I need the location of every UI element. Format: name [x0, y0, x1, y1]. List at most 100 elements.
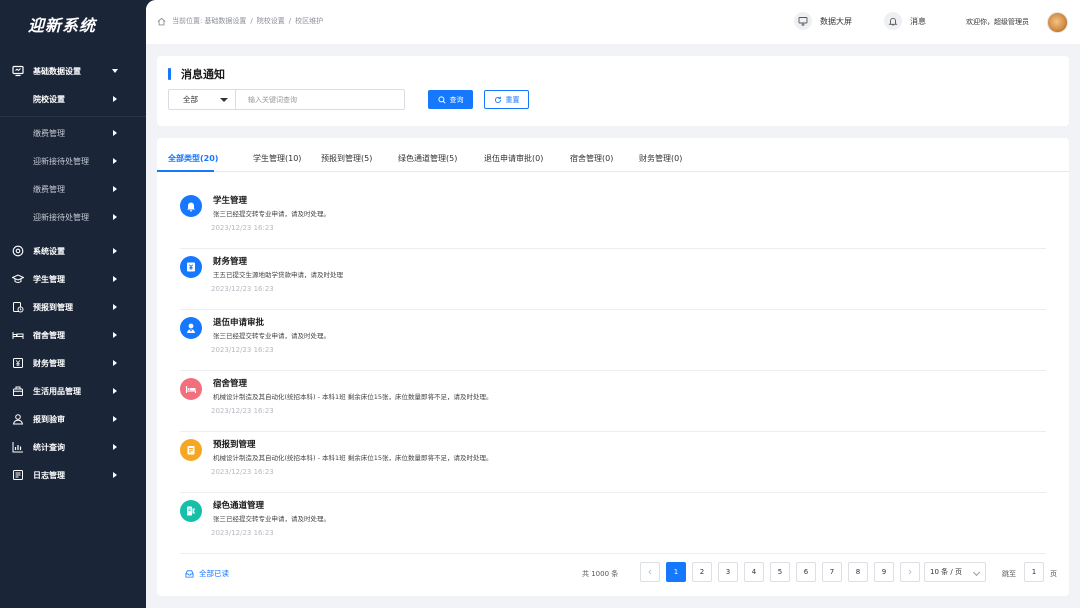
data-screen-label: 数据大屏	[820, 16, 852, 26]
chevron-right-icon	[113, 444, 117, 450]
message-title: 绿色通道管理	[213, 501, 265, 511]
sidebar-item-check-in-review[interactable]: 报到验审	[0, 408, 146, 430]
green-channel-icon	[180, 500, 202, 522]
sidebar-subitem-reception[interactable]: 迎新接待处管理	[0, 150, 146, 172]
top-bar: 当前位置: 基础数据设置 / 院校设置 / 校区维护 数据大屏 消息 欢迎你，超…	[146, 0, 1080, 44]
avatar[interactable]	[1047, 12, 1068, 33]
sidebar-item-logs[interactable]: 日志管理	[0, 464, 146, 486]
tab-students[interactable]: 学生管理(10)	[253, 153, 301, 164]
chevron-left-icon	[648, 569, 652, 575]
message-title: 宿舍管理	[213, 379, 248, 389]
search-icon	[437, 95, 446, 104]
home-icon[interactable]	[157, 17, 166, 26]
refresh-icon	[494, 96, 502, 104]
search-button[interactable]: 查询	[428, 90, 473, 109]
type-select-value: 全部	[183, 95, 198, 104]
message-desc: 王五已提交生源地助学贷款申请，请及时处理	[213, 271, 343, 279]
sidebar-item-label: 宿舍管理	[33, 330, 65, 340]
chevron-right-icon	[113, 360, 117, 366]
type-select[interactable]: 全部	[169, 90, 236, 109]
messages-button[interactable]: 消息	[884, 12, 926, 30]
next-page-button[interactable]	[900, 562, 920, 582]
chevron-right-icon	[113, 186, 117, 192]
sidebar-item-label: 日志管理	[33, 470, 65, 480]
sidebar-subitem-reception-2[interactable]: 迎新接待处管理	[0, 206, 146, 228]
page-button-5[interactable]: 5	[770, 562, 790, 582]
tab-active-indicator	[157, 170, 214, 172]
settings-circle-icon	[12, 245, 24, 257]
page-button-7[interactable]: 7	[822, 562, 842, 582]
tab-dorm[interactable]: 宿舍管理(0)	[570, 153, 613, 164]
list-item[interactable]: 财务管理 王五已提交生源地助学贷款申请，请及时处理 2023/12/23 16:…	[180, 249, 1046, 310]
page-button-1[interactable]: 1	[666, 562, 686, 582]
sidebar-item-finance[interactable]: 财务管理	[0, 352, 146, 374]
jump-page-input[interactable]	[1024, 562, 1044, 582]
bell-icon	[884, 12, 902, 30]
mark-all-read-label: 全部已读	[199, 569, 229, 578]
list-item[interactable]: 学生管理 张三已经提交转专业申请，请及时处理。 2023/12/23 16:23	[180, 188, 1046, 249]
sidebar-subitem-fee-2[interactable]: 缴费管理	[0, 178, 146, 200]
list-item[interactable]: 绿色通道管理 张三已经提交转专业申请，请及时处理。 2023/12/23 16:…	[180, 493, 1046, 554]
page-size-value: 10 条 / 页	[930, 568, 962, 576]
search-group: 全部	[168, 89, 405, 110]
sidebar-subitem-school-settings[interactable]: 院校设置	[0, 88, 146, 110]
chevron-right-icon	[113, 96, 117, 102]
chevron-right-icon	[908, 569, 912, 575]
message-desc: 张三已经提交转专业申请，请及时处理。	[213, 515, 330, 523]
sidebar-item-basic-data[interactable]: 基础数据设置	[0, 60, 146, 82]
message-time: 2023/12/23 16:23	[211, 407, 274, 415]
sidebar: 迎新系统 基础数据设置 院校设置 缴费管理 迎新接待处管理 缴费管理 迎新接待处…	[0, 0, 146, 608]
caret-down-icon	[220, 98, 228, 102]
sidebar-item-label: 报到验审	[33, 414, 65, 424]
user-check-icon	[12, 413, 24, 425]
breadcrumb: 当前位置: 基础数据设置 / 院校设置 / 校区维护	[157, 16, 323, 26]
breadcrumb-item[interactable]: 基础数据设置	[204, 16, 246, 26]
tab-veteran-approval[interactable]: 退伍申请审批(0)	[484, 153, 543, 164]
page-button-8[interactable]: 8	[848, 562, 868, 582]
breadcrumb-prefix: 当前位置:	[172, 17, 203, 25]
sidebar-item-supplies[interactable]: 生活用品管理	[0, 380, 146, 402]
page-size-select[interactable]: 10 条 / 页	[924, 562, 986, 582]
breadcrumb-separator: /	[288, 17, 292, 25]
page-button-9[interactable]: 9	[874, 562, 894, 582]
reset-button-label: 重置	[505, 95, 520, 104]
prev-page-button[interactable]	[640, 562, 660, 582]
total-count: 共 1000 条	[582, 570, 619, 578]
page-button-6[interactable]: 6	[796, 562, 816, 582]
clipboard-icon	[180, 439, 202, 461]
reset-button[interactable]: 重置	[484, 90, 529, 109]
breadcrumb-item[interactable]: 院校设置	[257, 16, 285, 26]
message-desc: 张三已经提交转专业申请，请及时处理。	[213, 210, 330, 218]
list-item[interactable]: 宿舍管理 机械设计制造及其自动化(统招本科) - 本科1班 剩余床位15张，床位…	[180, 371, 1046, 432]
graduation-cap-icon	[12, 273, 24, 285]
list-item[interactable]: 预报到管理 机械设计制造及其自动化(统招本科) - 本科1班 剩余床位15张，床…	[180, 432, 1046, 493]
tab-green-channel[interactable]: 绿色通道管理(5)	[398, 153, 457, 164]
sidebar-item-label: 学生管理	[33, 274, 65, 284]
page-button-4[interactable]: 4	[744, 562, 764, 582]
sidebar-subitem-fee[interactable]: 缴费管理	[0, 122, 146, 144]
sidebar-item-dorm[interactable]: 宿舍管理	[0, 324, 146, 346]
notice-filter-card: 消息通知 全部 查询 重置	[157, 56, 1069, 126]
page-button-2[interactable]: 2	[692, 562, 712, 582]
message-time: 2023/12/23 16:23	[211, 529, 274, 537]
chevron-right-icon	[113, 248, 117, 254]
chevron-right-icon	[113, 388, 117, 394]
sidebar-item-students[interactable]: 学生管理	[0, 268, 146, 290]
sidebar-item-label: 财务管理	[33, 358, 65, 368]
sidebar-item-statistics[interactable]: 统计查询	[0, 436, 146, 458]
tab-all[interactable]: 全部类型(20)	[168, 153, 218, 164]
page-button-3[interactable]: 3	[718, 562, 738, 582]
page-title-text: 消息通知	[181, 68, 225, 81]
search-input[interactable]	[236, 90, 404, 109]
sidebar-item-label: 系统设置	[33, 246, 65, 256]
app-logo: 迎新系统	[28, 16, 97, 35]
sidebar-item-pre-registration[interactable]: 预报到管理	[0, 296, 146, 318]
sidebar-item-system[interactable]: 系统设置	[0, 240, 146, 262]
app-root: 迎新系统 基础数据设置 院校设置 缴费管理 迎新接待处管理 缴费管理 迎新接待处…	[0, 0, 1080, 608]
data-screen-button[interactable]: 数据大屏	[794, 12, 852, 30]
mark-all-read-button[interactable]: 全部已读	[185, 568, 229, 579]
tab-finance[interactable]: 财务管理(0)	[639, 153, 682, 164]
jump-prefix: 跳至	[1002, 570, 1016, 578]
list-item[interactable]: 退伍申请审批 张三已经提交转专业申请，请及时处理。 2023/12/23 16:…	[180, 310, 1046, 371]
tab-pre-registration[interactable]: 预报到管理(5)	[321, 153, 372, 164]
